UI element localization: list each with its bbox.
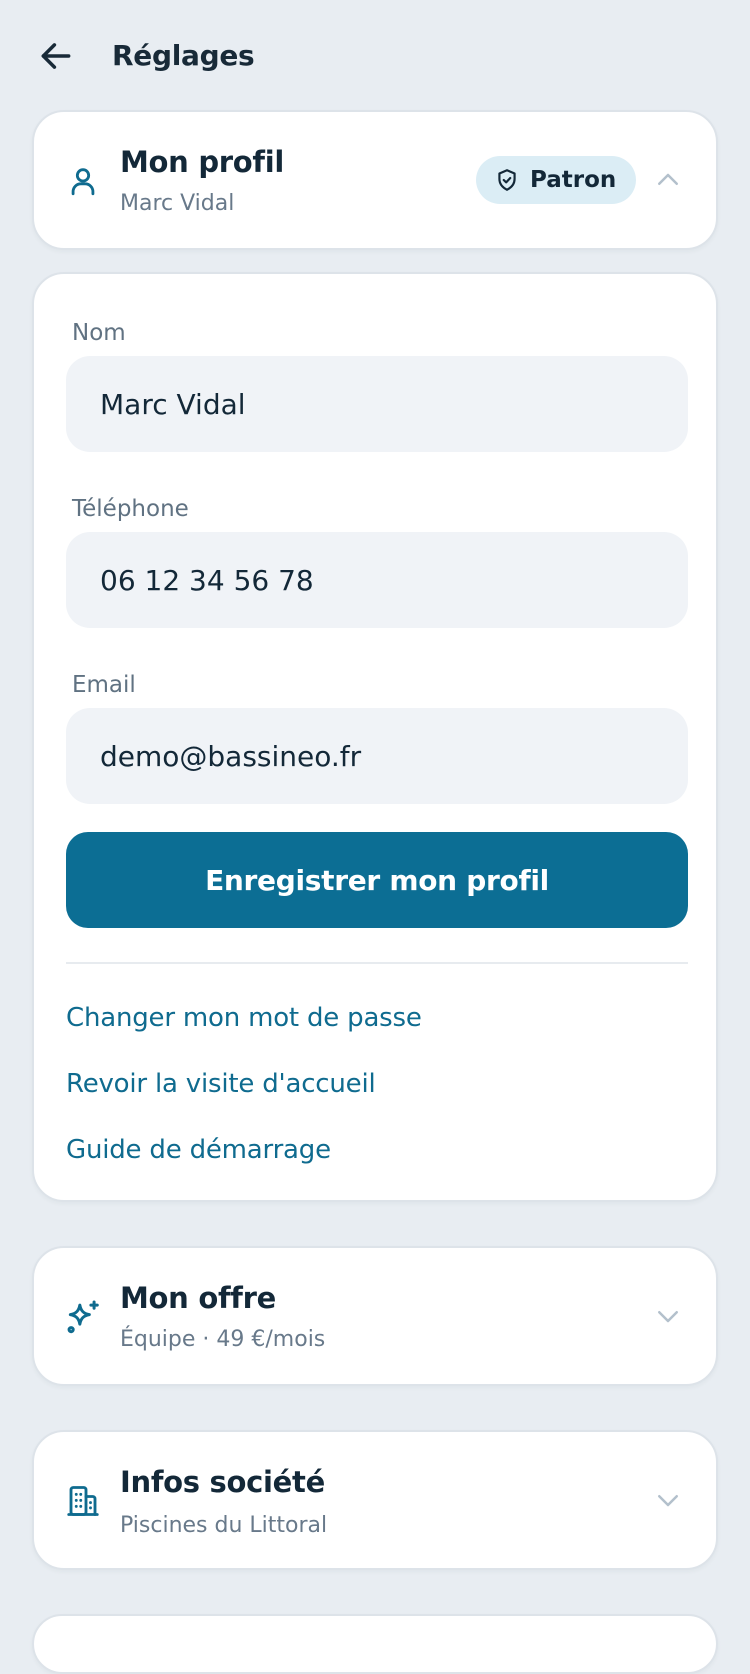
phone-label: Téléphone (72, 496, 189, 522)
top-bar: Réglages (0, 0, 750, 112)
divider (66, 962, 688, 964)
name-input[interactable] (66, 356, 688, 452)
getting-started-link[interactable]: Guide de démarrage (66, 1132, 331, 1168)
phone-input[interactable] (66, 532, 688, 628)
offer-section-subtitle: Équipe · 49 €/mois (120, 1327, 326, 1352)
chevron-down-icon[interactable] (650, 1298, 686, 1334)
chevron-up-icon[interactable] (650, 162, 686, 198)
page-title: Réglages (112, 39, 255, 72)
email-input[interactable] (66, 708, 688, 804)
company-section-title: Infos société (120, 1465, 325, 1499)
email-label: Email (72, 672, 136, 698)
company-section-header[interactable]: Infos société Piscines du Littoral (32, 1430, 718, 1570)
offer-section-title: Mon offre (120, 1281, 276, 1315)
role-badge-label: Patron (530, 167, 617, 193)
name-label: Nom (72, 320, 126, 346)
profile-section-header[interactable]: Mon profil Marc Vidal Patron (32, 110, 718, 250)
shield-check-icon (494, 167, 520, 193)
back-button[interactable] (34, 34, 78, 78)
building-icon (62, 1480, 104, 1522)
next-section-card[interactable] (32, 1614, 718, 1674)
arrow-left-icon (41, 43, 71, 69)
chevron-down-icon[interactable] (650, 1482, 686, 1518)
profile-form-card: Nom Téléphone Email Enregistrer mon prof… (32, 272, 718, 1202)
profile-section-subtitle: Marc Vidal (120, 191, 235, 216)
replay-tour-link[interactable]: Revoir la visite d'accueil (66, 1066, 376, 1102)
company-section-subtitle: Piscines du Littoral (120, 1513, 328, 1538)
offer-section-header[interactable]: Mon offre Équipe · 49 €/mois (32, 1246, 718, 1386)
user-icon (62, 160, 104, 202)
sparkles-icon (62, 1296, 104, 1338)
change-password-link[interactable]: Changer mon mot de passe (66, 1000, 422, 1036)
profile-section-title: Mon profil (120, 145, 285, 179)
save-profile-button[interactable]: Enregistrer mon profil (66, 832, 688, 928)
role-badge: Patron (476, 156, 637, 204)
